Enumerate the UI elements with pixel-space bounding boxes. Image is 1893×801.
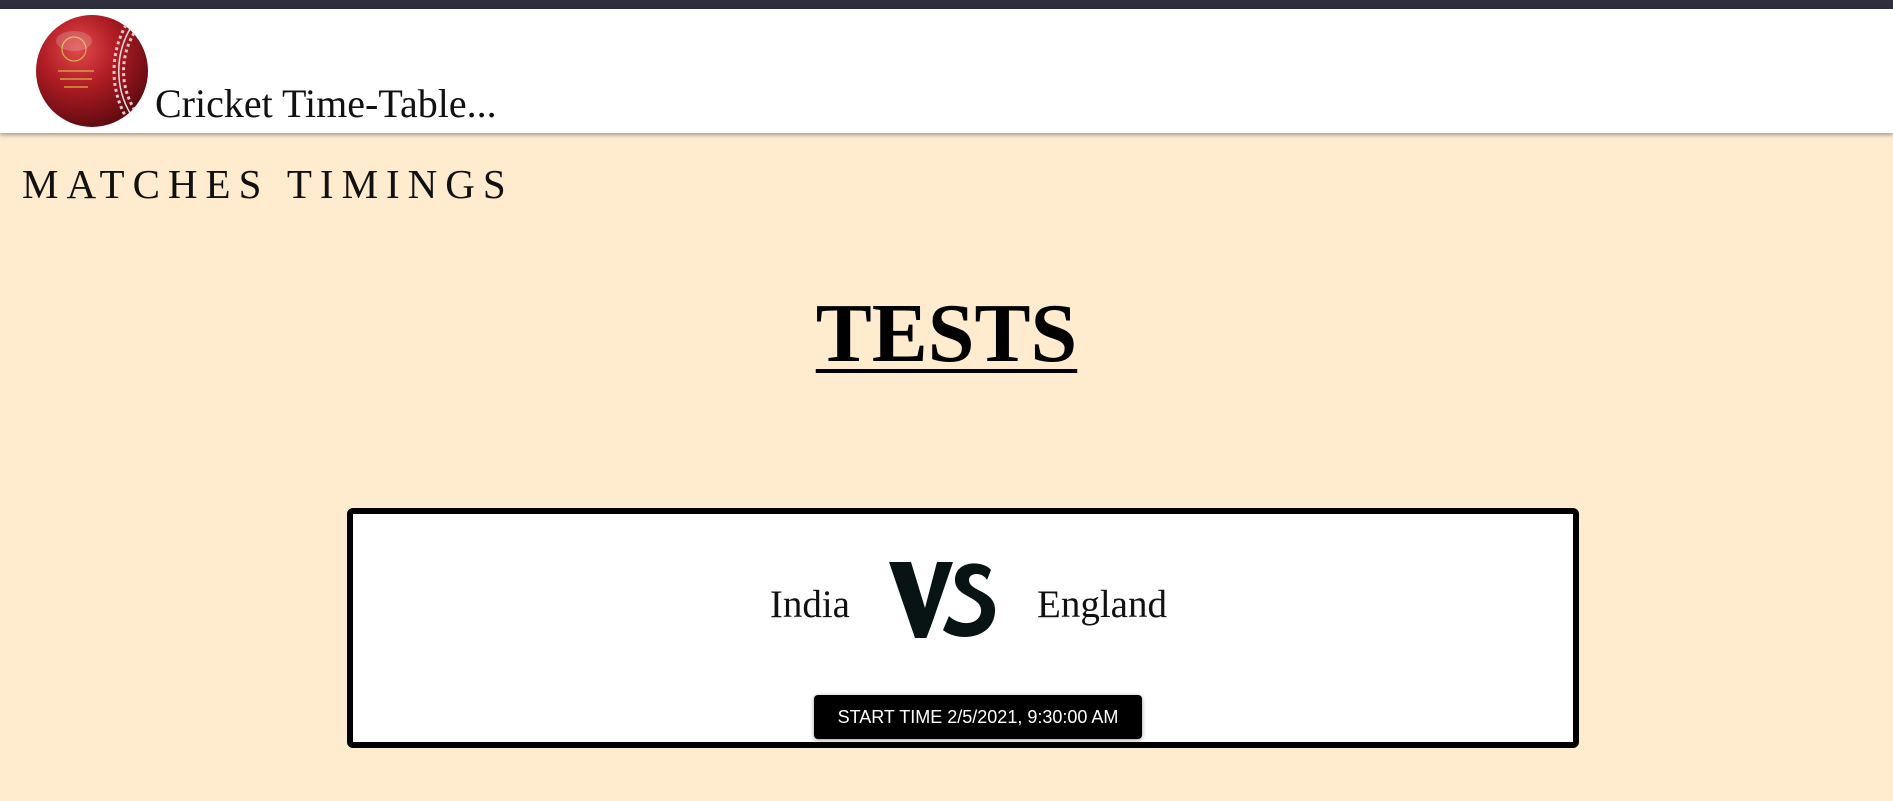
category-heading-text: TESTS [815, 287, 1078, 380]
team-away-name: England [1037, 583, 1167, 626]
vs-icon [887, 546, 999, 654]
site-title[interactable]: Cricket Time-Table... [155, 80, 497, 127]
top-strip [0, 0, 1893, 9]
match-card: India England START TIME 2/5/2021, 9:30:… [347, 508, 1579, 748]
category-heading: TESTS [0, 285, 1893, 382]
team-home-name: India [769, 583, 850, 626]
start-time-button[interactable]: START TIME 2/5/2021, 9:30:00 AM [814, 695, 1142, 739]
cricket-ball-icon[interactable] [34, 13, 150, 129]
navbar: Cricket Time-Table... [0, 9, 1893, 133]
section-heading: MATCHES TIMINGS [22, 161, 514, 207]
